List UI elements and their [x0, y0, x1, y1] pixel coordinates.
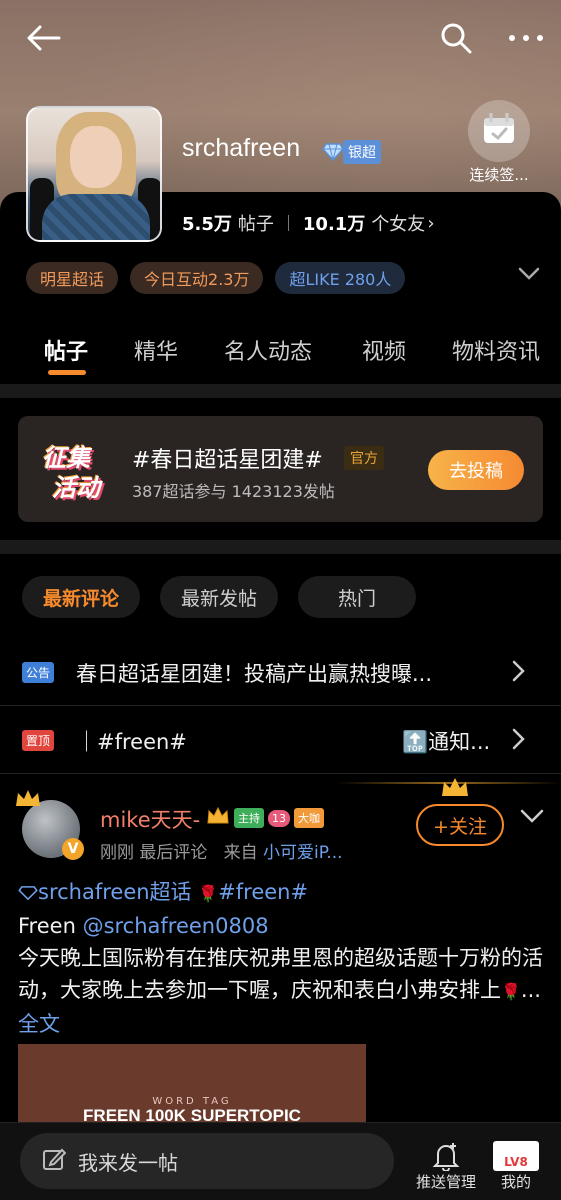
follow-button[interactable]: +关注 [416, 804, 504, 846]
tab-celebrity-news[interactable]: 名人动态 [224, 334, 312, 366]
expand-link[interactable]: 全文 [18, 1012, 60, 1036]
fans-label[interactable]: 个女友 [371, 210, 425, 236]
post-divider [0, 782, 561, 784]
sort-latest-comment[interactable]: 最新评论 [22, 576, 140, 618]
mention-link[interactable]: @srchafreen0808 [83, 914, 269, 938]
bell-plus-icon [410, 1137, 482, 1171]
level-badge: 13 [268, 809, 290, 827]
sort-latest-post[interactable]: 最新发帖 [160, 576, 278, 618]
chevron-right-icon [512, 728, 526, 754]
post-meta: 刚刚 最后评论 来自 小可爱iP... [100, 843, 343, 863]
hashtag-link[interactable]: #freen# [218, 880, 308, 904]
posts-count: 5.5万 [182, 214, 232, 235]
section-divider [0, 384, 561, 398]
big-badge: 大咖 [294, 808, 324, 828]
sort-hot[interactable]: 热门 [298, 576, 416, 618]
post-content: srchafreen超话 🌹#freen# Freen @srchafreen0… [18, 880, 543, 1036]
rank-badge[interactable]: 银超 [321, 140, 381, 164]
compose-input[interactable]: 我来发一帖 [20, 1133, 394, 1189]
post-source[interactable]: 小可爱iP... [263, 843, 343, 863]
fans-arrow-icon[interactable]: › [427, 213, 434, 234]
top-bar [0, 0, 561, 80]
checkin-button[interactable]: 连续签... [468, 100, 530, 185]
post-image[interactable]: WORD TAG FREEN 100K SUPERTOPIC [18, 1044, 366, 1134]
chip-today-interaction[interactable]: 今日互动2.3万 [130, 262, 264, 294]
calendar-check-icon [482, 112, 516, 149]
pinned-right-text: 🔝通知... [402, 730, 491, 754]
promo-subtitle: 387超话参与 1423123发帖 [132, 482, 335, 501]
search-icon[interactable] [436, 18, 476, 58]
tab-videos[interactable]: 视频 [362, 334, 406, 366]
pinned-tag: 置顶 [22, 730, 55, 751]
rose-icon: 🌹 [198, 884, 219, 903]
back-arrow-icon[interactable] [24, 18, 64, 58]
supertopic-avatar[interactable] [26, 106, 162, 242]
chevron-right-icon [512, 660, 526, 686]
verified-badge: V [62, 838, 84, 860]
rose-icon: 🌹 [501, 982, 521, 1001]
chevron-down-icon[interactable] [520, 808, 544, 827]
host-badge: 主持 [234, 808, 264, 828]
mine-button[interactable]: LV8 我的 [480, 1137, 552, 1192]
more-options-icon[interactable] [506, 18, 546, 58]
sort-options: 最新评论 最新发帖 热门 [22, 576, 416, 618]
supertopic-link[interactable]: srchafreen超话 [18, 880, 198, 904]
stats-row: 5.5万 帖子 10.1万 个女友 › [182, 210, 435, 236]
official-badge: 官方 [344, 446, 384, 470]
section-divider [0, 540, 561, 554]
bottom-bar: 我来发一帖 推送管理 LV8 我的 [0, 1122, 561, 1200]
rank-label: 银超 [343, 140, 381, 164]
submit-button[interactable]: 去投稿 [428, 450, 524, 490]
crown-icon [14, 788, 42, 812]
checkin-label: 连续签... [469, 166, 529, 184]
tab-posts[interactable]: 帖子 [44, 334, 88, 366]
author-name[interactable]: mike天天- [100, 804, 200, 834]
chevron-down-icon[interactable] [518, 266, 540, 285]
compose-placeholder: 我来发一帖 [78, 1150, 178, 1175]
tab-essence[interactable]: 精华 [134, 334, 178, 366]
active-tab-indicator [48, 370, 86, 375]
post-text: 今天晚上国际粉有在推庆祝弗里恩的超级话题十万粉的活动，大家晚上去参加一下喔，庆祝… [18, 946, 543, 1002]
chip-super-like[interactable]: 超LIKE 280人 [275, 262, 406, 294]
topic-chips: 明星超话 今日互动2.3万 超LIKE 280人 [26, 262, 406, 294]
promo-banner[interactable]: 征集 活动 #春日超话星团建# 官方 387超话参与 1423123发帖 去投稿 [18, 416, 543, 522]
promo-title: #春日超话星团建# [132, 448, 323, 473]
push-management-button[interactable]: 推送管理 [410, 1137, 482, 1192]
supertopic-name: srchafreen [182, 134, 301, 162]
pinned-row[interactable]: 置顶 ｜#freen# 🔝通知... [0, 708, 561, 774]
campaign-logo: 征集 活动 [42, 444, 100, 502]
level-icon: LV8 [493, 1141, 539, 1171]
diamond-icon [321, 141, 345, 163]
author-badges: 主持 13 大咖 [206, 806, 324, 830]
announcement-row[interactable]: 公告 春日超话星团建！投稿产出赢热搜曝... [0, 640, 561, 706]
stats-divider [287, 215, 289, 231]
fans-count[interactable]: 10.1万 [303, 210, 365, 236]
chip-star-supertopic[interactable]: 明星超话 [26, 262, 119, 294]
announcement-text: 春日超话星团建！投稿产出赢热搜曝... [76, 662, 433, 686]
edit-icon [42, 1147, 67, 1175]
tab-materials[interactable]: 物料资讯 [452, 334, 540, 366]
announcement-tag: 公告 [22, 662, 55, 683]
pinned-text: ｜#freen# [76, 730, 187, 754]
posts-label: 帖子 [237, 214, 274, 235]
crown-badge-icon [206, 806, 230, 830]
crown-icon [440, 776, 470, 802]
